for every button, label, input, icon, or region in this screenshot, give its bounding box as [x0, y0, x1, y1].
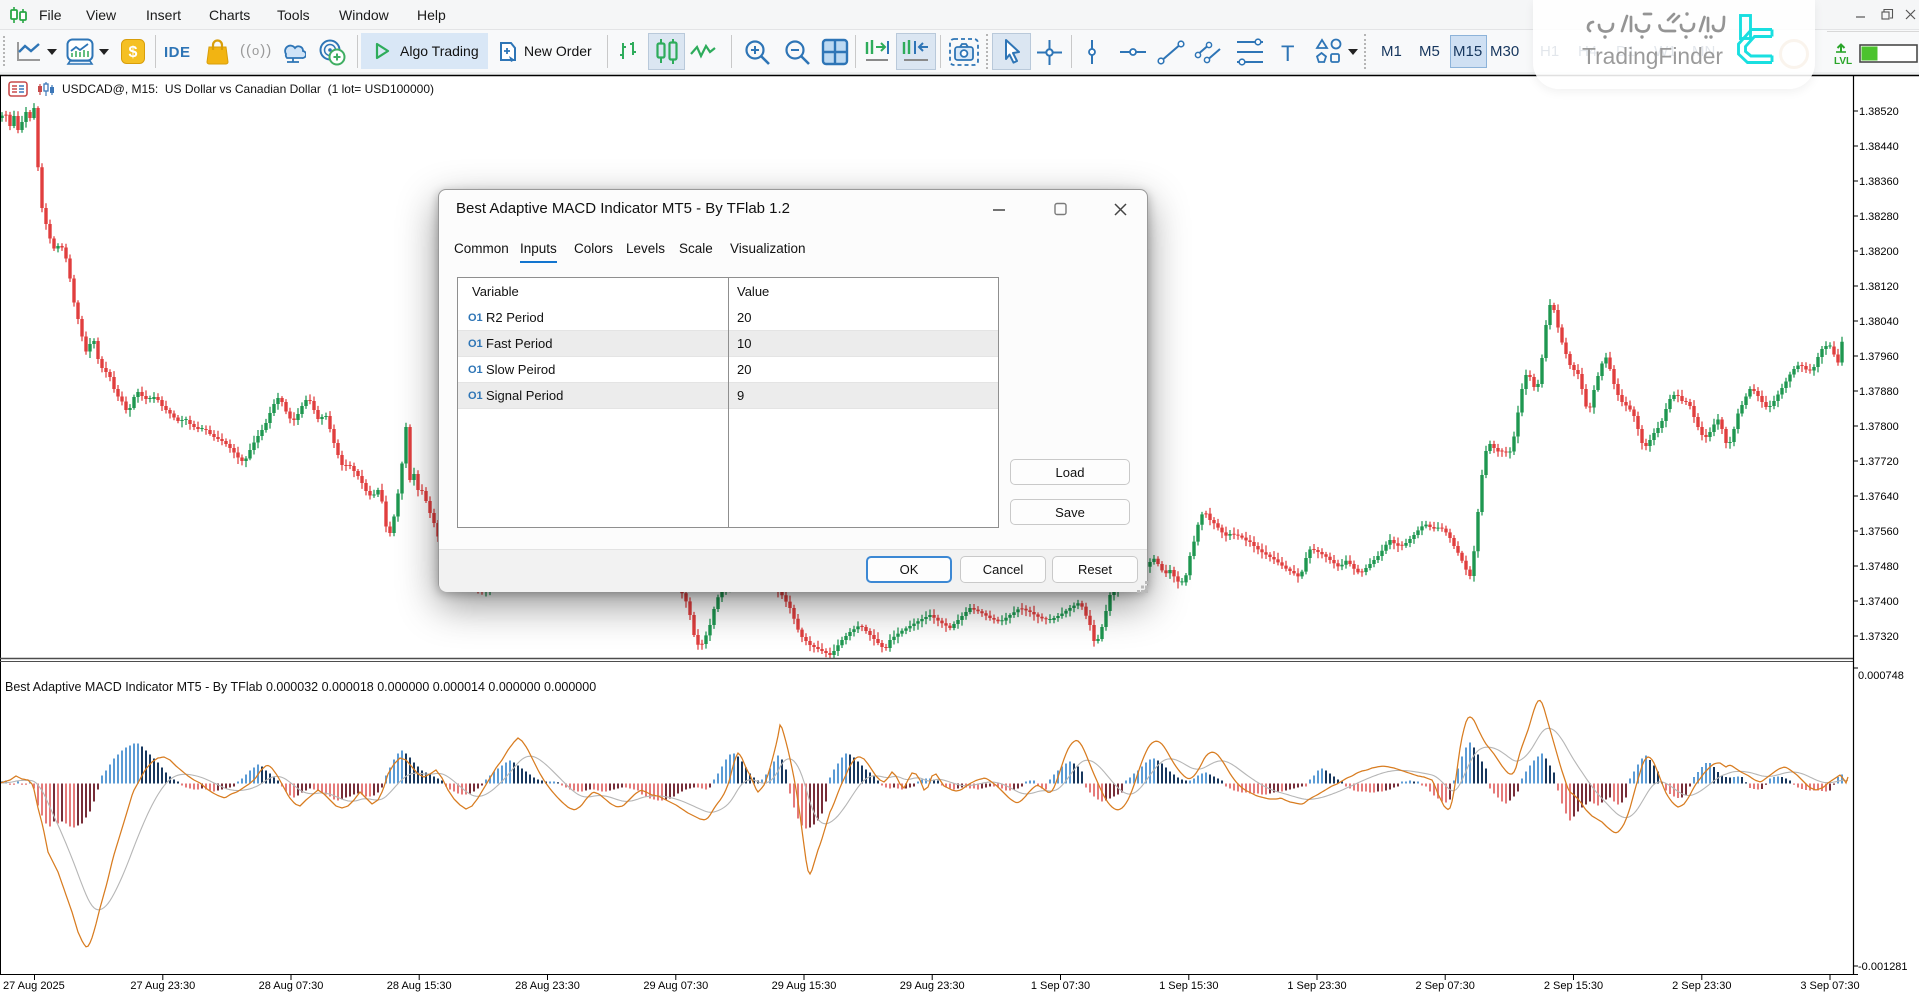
svg-text:1.37320: 1.37320: [1859, 631, 1899, 643]
svg-text:1.37800: 1.37800: [1859, 421, 1899, 433]
svg-text:1.37720: 1.37720: [1859, 456, 1899, 468]
svg-text:28 Aug 23:30: 28 Aug 23:30: [515, 980, 580, 992]
svg-text:1.38280: 1.38280: [1859, 211, 1899, 223]
svg-text:29 Aug 23:30: 29 Aug 23:30: [900, 980, 965, 992]
svg-text:1 Sep 15:30: 1 Sep 15:30: [1159, 980, 1218, 992]
svg-text:27 Aug 2025: 27 Aug 2025: [3, 980, 65, 992]
svg-text:1.38440: 1.38440: [1859, 141, 1899, 153]
svg-text:2 Sep 23:30: 2 Sep 23:30: [1672, 980, 1731, 992]
svg-text:1 Sep 07:30: 1 Sep 07:30: [1031, 980, 1090, 992]
svg-text:1.38120: 1.38120: [1859, 281, 1899, 293]
svg-text:$: $: [129, 44, 138, 61]
svg-text:2 Sep 07:30: 2 Sep 07:30: [1416, 980, 1475, 992]
svg-text:1.38200: 1.38200: [1859, 246, 1899, 258]
svg-text:3 Sep 07:30: 3 Sep 07:30: [1800, 980, 1859, 992]
svg-text:TradingFinder: TradingFinder: [1582, 43, 1723, 69]
svg-text:2 Sep 15:30: 2 Sep 15:30: [1544, 980, 1603, 992]
svg-text:1.37880: 1.37880: [1859, 386, 1899, 398]
svg-text:-0.001281: -0.001281: [1858, 961, 1908, 973]
svg-text:1.37960: 1.37960: [1859, 351, 1899, 363]
svg-text:LVL: LVL: [1834, 56, 1852, 67]
svg-text:1.37560: 1.37560: [1859, 526, 1899, 538]
svg-text:28 Aug 15:30: 28 Aug 15:30: [387, 980, 452, 992]
svg-text:1 Sep 23:30: 1 Sep 23:30: [1287, 980, 1346, 992]
svg-text:1.38360: 1.38360: [1859, 176, 1899, 188]
svg-text:1.37400: 1.37400: [1859, 596, 1899, 608]
svg-text:1.37640: 1.37640: [1859, 491, 1899, 503]
svg-text:0.000748: 0.000748: [1858, 670, 1904, 682]
svg-text:29 Aug 15:30: 29 Aug 15:30: [772, 980, 837, 992]
svg-text:1.38040: 1.38040: [1859, 316, 1899, 328]
svg-text:1.38520: 1.38520: [1859, 106, 1899, 118]
svg-text:29 Aug 07:30: 29 Aug 07:30: [643, 980, 708, 992]
svg-text:28 Aug 07:30: 28 Aug 07:30: [259, 980, 324, 992]
svg-text:27 Aug 23:30: 27 Aug 23:30: [130, 980, 195, 992]
svg-text:1.37480: 1.37480: [1859, 561, 1899, 573]
